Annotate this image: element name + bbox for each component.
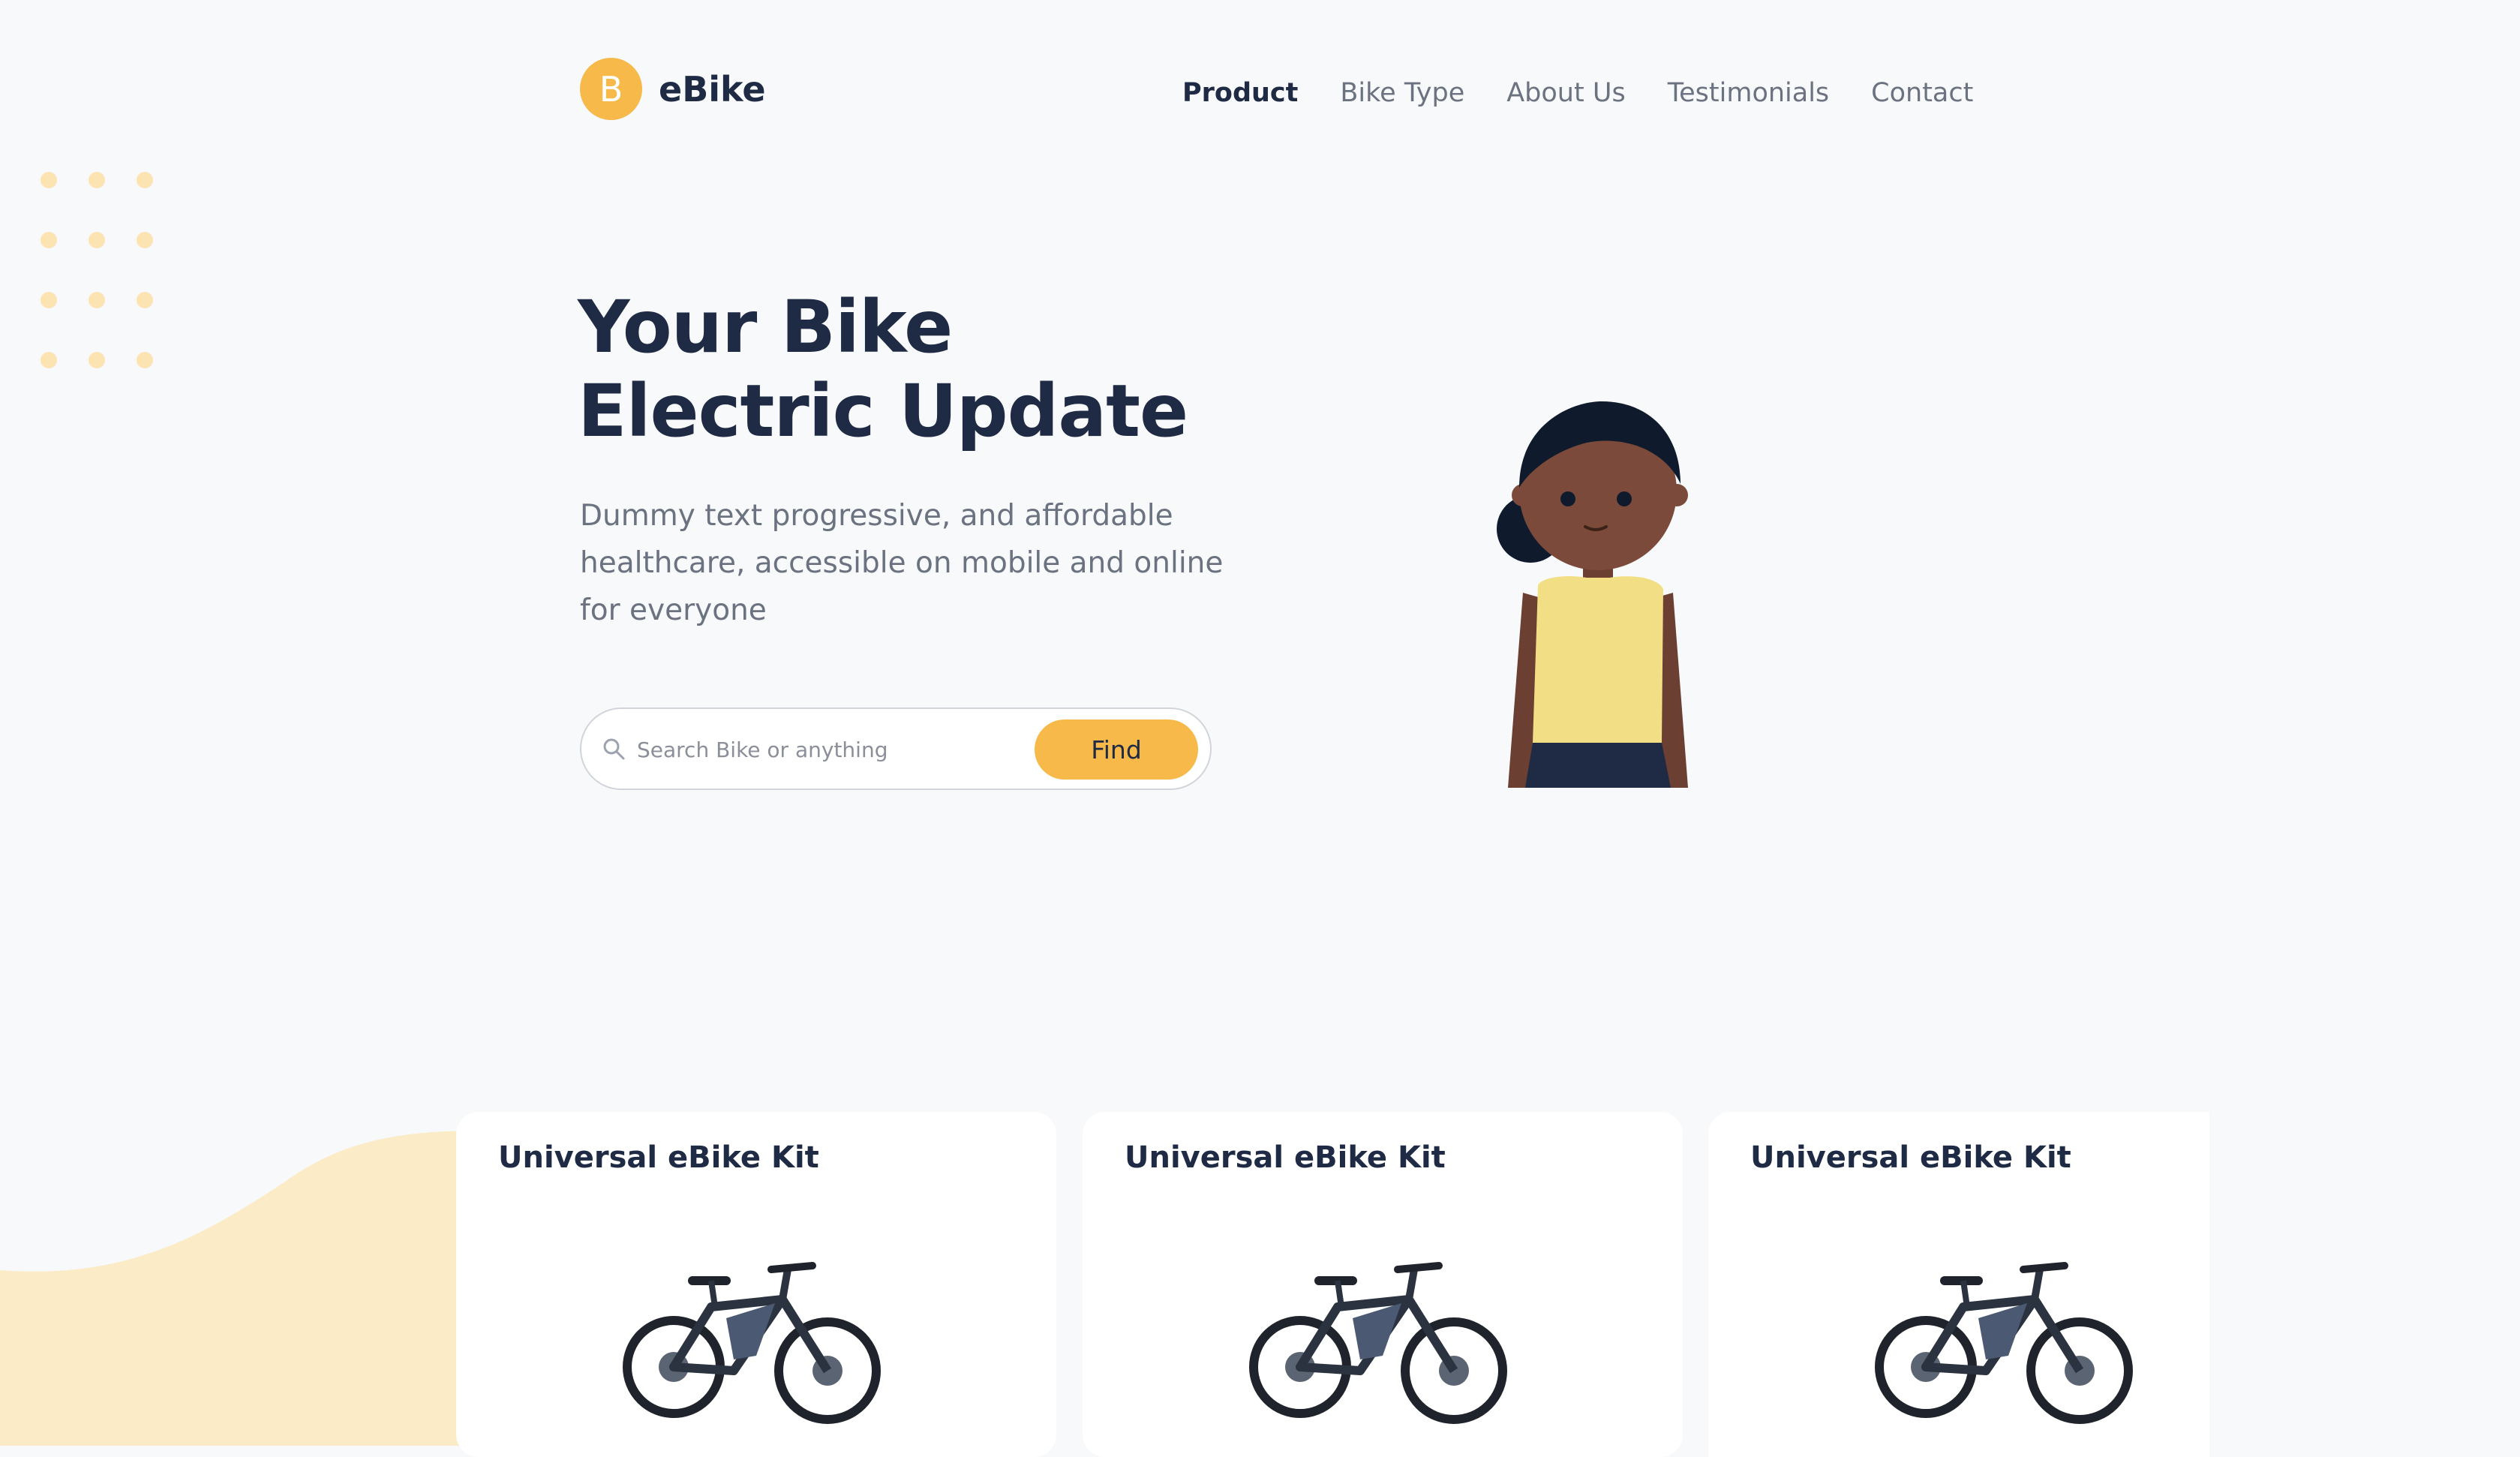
decorative-dot-grid bbox=[41, 172, 161, 374]
hero-title: Your Bike Electric Update bbox=[578, 285, 1188, 453]
brand-name: eBike bbox=[659, 68, 766, 110]
bike-image bbox=[1249, 1262, 1507, 1424]
product-title: Universal eBike Kit bbox=[498, 1140, 819, 1175]
main-nav: Product Bike Type About Us Testimonials … bbox=[1182, 78, 1973, 108]
hero-title-line-1: Your Bike bbox=[578, 285, 953, 369]
find-button[interactable]: Find bbox=[1035, 719, 1198, 780]
product-card[interactable]: Universal eBike Kit bbox=[1083, 1112, 1683, 1457]
product-card[interactable]: Universal eBike Kit bbox=[456, 1112, 1056, 1457]
nav-item-about-us[interactable]: About Us bbox=[1506, 78, 1625, 108]
product-title: Universal eBike Kit bbox=[1125, 1140, 1446, 1175]
brand-logo[interactable]: B eBike bbox=[580, 58, 766, 120]
search-icon bbox=[603, 738, 625, 760]
hero-description: Dummy text progressive, and affordable h… bbox=[580, 499, 1224, 627]
person-illustration bbox=[1497, 401, 1688, 788]
hero-title-line-2: Electric Update bbox=[578, 369, 1188, 453]
bike-image bbox=[1875, 1262, 2133, 1424]
nav-item-product[interactable]: Product bbox=[1182, 78, 1298, 108]
decorative-wave bbox=[0, 1131, 480, 1446]
search-bar: Find bbox=[580, 707, 1212, 790]
nav-item-contact[interactable]: Contact bbox=[1871, 78, 1973, 108]
product-card[interactable]: Universal eBike Kit bbox=[1708, 1112, 2209, 1457]
nav-item-bike-type[interactable]: Bike Type bbox=[1340, 78, 1464, 108]
nav-item-testimonials[interactable]: Testimonials bbox=[1668, 78, 1829, 108]
product-title: Universal eBike Kit bbox=[1750, 1140, 2071, 1175]
search-input[interactable] bbox=[635, 728, 1014, 771]
logo-badge-icon: B bbox=[580, 58, 642, 120]
bike-image bbox=[623, 1262, 881, 1424]
